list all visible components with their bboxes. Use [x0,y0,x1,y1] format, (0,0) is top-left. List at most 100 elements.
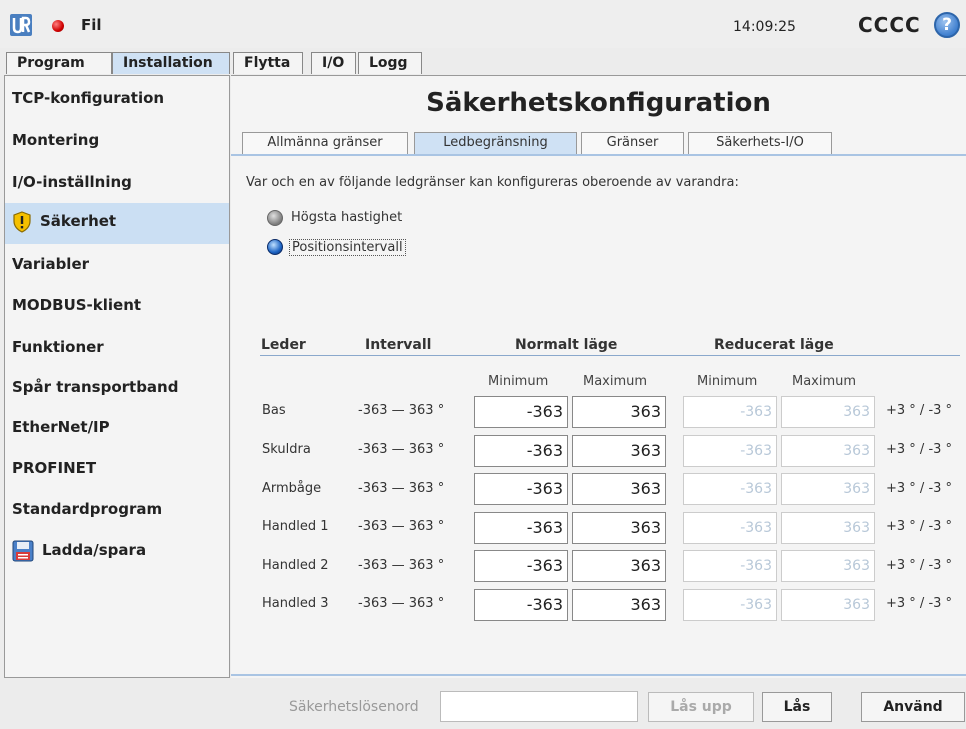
column-header-joint: Leder [261,337,306,353]
sidebar-item-spar-transportband[interactable]: Spår transportband [5,369,229,410]
tolerance-label: +3 ° / -3 ° [886,442,953,457]
sidebar-item-modbus[interactable]: MODBUS-klient [5,287,229,328]
subtab-granser[interactable]: Gränser [581,132,684,154]
warning-shield-icon [13,210,31,233]
reduced-min-field: -363 [683,512,777,544]
ur-logo-icon [10,14,32,36]
joint-label-handled-2: Handled 2 [262,558,329,573]
sidebar-item-variabler[interactable]: Variabler [5,246,229,287]
normal-max-field[interactable]: 363 [572,589,666,621]
subheader-reduced-max: Maximum [792,374,857,389]
top-bar: Fil 14:09:25 CCCC ? [0,0,966,48]
sidebar-item-io-installning[interactable]: I/O-inställning [5,164,229,205]
password-input[interactable] [440,691,638,722]
radio-label-positionsintervall[interactable]: Positionsintervall [289,239,406,256]
reduced-max-field: 363 [781,589,875,621]
joint-range: -363 — 363 ° [358,519,445,534]
normal-max-field[interactable]: 363 [572,512,666,544]
reduced-max-field: 363 [781,512,875,544]
subtab-ledbegransning[interactable]: Ledbegränsning [414,132,577,154]
reduced-max-field: 363 [781,435,875,467]
tab-logg[interactable]: Logg [358,52,422,74]
tolerance-label: +3 ° / -3 ° [886,558,953,573]
reduced-min-field: -363 [683,550,777,582]
description-text: Var och en av följande ledgränser kan ko… [246,175,739,190]
column-header-reduced: Reducerat läge [714,337,834,353]
normal-max-field[interactable]: 363 [572,473,666,505]
page-title: Säkerhetskonfiguration [426,88,771,118]
subtab-allmanna-granser[interactable]: Allmänna gränser [242,132,408,154]
normal-max-field[interactable]: 363 [572,550,666,582]
tab-io[interactable]: I/O [311,52,356,74]
sidebar-item-label: I/O-inställning [12,173,132,191]
main-panel: Säkerhetskonfiguration Allmänna gränser … [231,75,966,678]
sidebar-item-label: Montering [12,131,100,149]
joint-range: -363 — 363 ° [358,596,445,611]
sidebar-item-label: Funktioner [12,338,104,356]
joint-label-skuldra: Skuldra [262,442,311,457]
sidebar-item-montering[interactable]: Montering [5,122,229,163]
joint-label-handled-1: Handled 1 [262,519,329,534]
sidebar-item-profinet[interactable]: PROFINET [5,450,229,491]
sidebar-item-label: MODBUS-klient [12,296,142,314]
sidebar-item-funktioner[interactable]: Funktioner [5,329,229,370]
tolerance-label: +3 ° / -3 ° [886,481,953,496]
subtab-sakerhets-io[interactable]: Säkerhets-I/O [688,132,832,154]
file-menu[interactable]: Fil [81,16,102,34]
radio-label-hogsta-hastighet[interactable]: Högsta hastighet [291,210,402,225]
sidebar-item-label: Spår transportband [12,378,179,396]
reduced-max-field: 363 [781,473,875,505]
sidebar-item-label: Variabler [12,255,90,273]
joint-label-handled-3: Handled 3 [262,596,329,611]
radio-hogsta-hastighet[interactable] [267,210,283,226]
tolerance-label: +3 ° / -3 ° [886,519,953,534]
sidebar-item-sakerhet[interactable]: Säkerhet [5,203,229,244]
tab-flytta[interactable]: Flytta [233,52,303,74]
joint-label-armbage: Armbåge [262,481,322,496]
reduced-max-field: 363 [781,396,875,428]
joint-range: -363 — 363 ° [358,558,445,573]
normal-min-field[interactable]: -363 [474,435,568,467]
clock: 14:09:25 [733,19,796,35]
reduced-min-field: -363 [683,435,777,467]
normal-max-field[interactable]: 363 [572,435,666,467]
tolerance-label: +3 ° / -3 ° [886,403,953,418]
normal-min-field[interactable]: -363 [474,589,568,621]
sidebar-item-ethernet-ip[interactable]: EtherNet/IP [5,409,229,450]
unlock-button[interactable]: Lås upp [648,692,754,722]
reduced-min-field: -363 [683,589,777,621]
help-icon[interactable]: ? [934,12,960,38]
sidebar-item-label: EtherNet/IP [12,418,110,436]
tab-installation[interactable]: Installation [112,52,230,74]
robot-name: CCCC [858,13,921,37]
sidebar-item-tcp[interactable]: TCP-konfiguration [5,80,229,121]
sidebar-item-label: Standardprogram [12,500,163,518]
floppy-disk-icon [12,540,34,561]
normal-min-field[interactable]: -363 [474,473,568,505]
joint-range: -363 — 363 ° [358,442,445,457]
table-header-divider [260,355,960,356]
column-header-normal: Normalt läge [515,337,618,353]
normal-max-field[interactable]: 363 [572,396,666,428]
column-header-range: Intervall [365,337,432,353]
subheader-normal-max: Maximum [583,374,648,389]
record-status-icon[interactable] [52,20,64,32]
normal-min-field[interactable]: -363 [474,396,568,428]
tab-program[interactable]: Program [6,52,112,74]
subheader-reduced-min: Minimum [697,374,758,389]
joint-range: -363 — 363 ° [358,481,445,496]
radio-positionsintervall[interactable] [267,239,283,255]
joint-range: -363 — 363 ° [358,403,445,418]
normal-min-field[interactable]: -363 [474,512,568,544]
lock-button[interactable]: Lås [762,692,832,722]
normal-min-field[interactable]: -363 [474,550,568,582]
bottom-bar: Säkerhetslösenord Lås upp Lås Använd [0,679,966,729]
reduced-max-field: 363 [781,550,875,582]
sidebar-item-label: Säkerhet [40,212,117,230]
sidebar: TCP-konfiguration Montering I/O-inställn… [4,75,230,678]
sidebar-item-ladda-spara[interactable]: Ladda/spara [5,532,229,573]
sidebar-item-standardprogram[interactable]: Standardprogram [5,491,229,532]
subheader-normal-min: Minimum [488,374,549,389]
reduced-min-field: -363 [683,473,777,505]
apply-button[interactable]: Använd [861,692,965,722]
